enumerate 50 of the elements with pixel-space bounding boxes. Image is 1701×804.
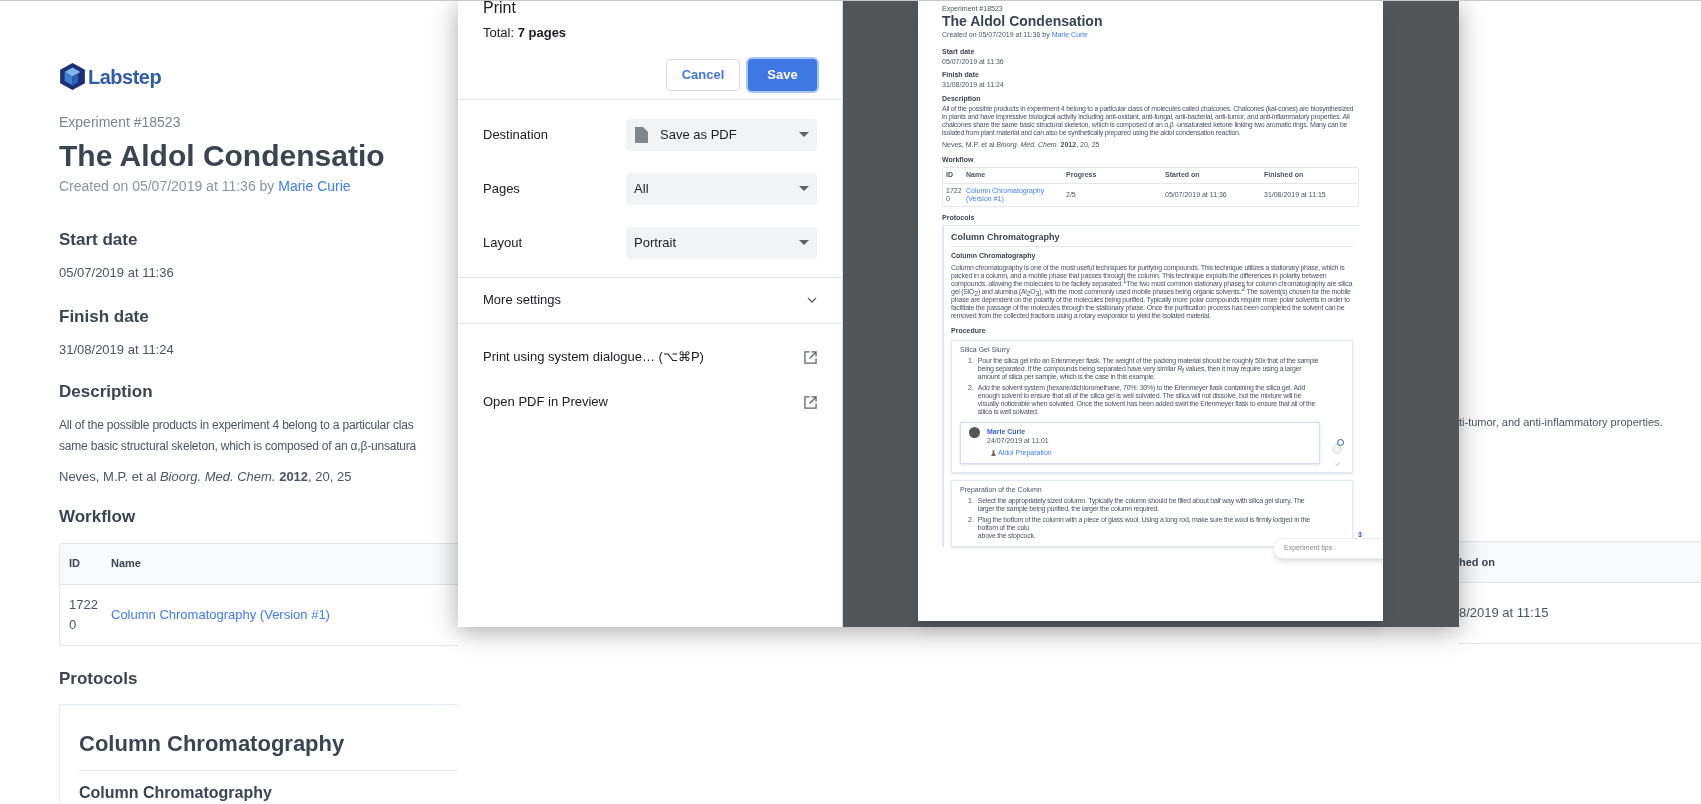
dropdown-arrow-icon [799, 186, 809, 191]
notification-badge [1337, 439, 1344, 446]
description-text: same basic structural skeleton, which is composed of an α,β-unsatura [59, 437, 418, 455]
external-link-icon [804, 350, 817, 364]
column-header: Name [111, 556, 141, 572]
flask-icon [991, 450, 996, 457]
avatar [969, 427, 980, 438]
check-icon[interactable] [1334, 462, 1340, 466]
logo-text: Labstep [88, 64, 162, 90]
created-text: Created on 05/07/2019 at 11:36 by [59, 178, 276, 194]
save-button[interactable]: Save [748, 58, 817, 91]
setting-dropdown[interactable]: All [626, 172, 817, 205]
setting-label: Destination [483, 125, 550, 144]
setting-dropdown[interactable]: Portrait [626, 226, 817, 259]
dialog-title: Print [483, 1, 517, 11]
cancel-button[interactable]: Cancel [666, 58, 740, 91]
section-heading: Workflow [59, 506, 137, 528]
experiment-title: The Aldol Condensation [942, 13, 1104, 30]
section-heading: Protocols [59, 667, 139, 690]
logo-icon [59, 61, 86, 92]
setting-dropdown[interactable]: Save as PDF [626, 118, 817, 151]
field-value: 05/07/2019 at 11:36 [59, 263, 175, 282]
external-link-icon [804, 395, 817, 409]
dropdown-arrow-icon [799, 132, 809, 137]
experiment-title: The Aldol Condensatio [59, 138, 386, 174]
protocol-subtitle: Column Chromatography [79, 783, 273, 803]
field-value: 31/08/2019 at 11:24 [59, 340, 175, 359]
protocol-title: Column Chromatography [79, 727, 458, 771]
setting-label: Layout [483, 233, 524, 252]
author-link[interactable]: Marie Curie [278, 178, 351, 194]
experiment-id: Experiment #18523 [59, 113, 182, 132]
column-header: ID [68, 556, 81, 572]
setting-label: Pages [483, 179, 521, 198]
section-heading: Description [59, 381, 154, 403]
file-icon [634, 126, 649, 143]
field-label: Start date [59, 229, 139, 251]
dialog-link[interactable]: Open PDF in Preview [458, 379, 842, 425]
table-cell-text: 8/2019 at 11:15 [1459, 604, 1550, 623]
description-text: ti-tumor, and anti-inflammatory properties. [1459, 415, 1664, 430]
dialog-link[interactable]: Print using system dialogue… (⌥⌘P) [458, 334, 842, 380]
total-pages: Total: 7 pages [483, 24, 568, 42]
more-settings-toggle[interactable]: More settings [458, 277, 842, 323]
workflow-link[interactable]: Column Chromatography (Version #1) [111, 604, 330, 625]
table-cell-text: 17220 [68, 595, 99, 634]
citation-text: Neves, M.P. et al Bioorg. Med. Chem. 2012, 20, 25 [59, 467, 353, 486]
description-text: All of the possible products in experiment 4 belong to a particular clas [59, 416, 415, 434]
dropdown-arrow-icon [799, 240, 809, 245]
protocol-title: Column Chromatography [951, 232, 1353, 247]
column-header: hed on [1459, 542, 1701, 583]
field-label: Finish date [59, 306, 150, 328]
